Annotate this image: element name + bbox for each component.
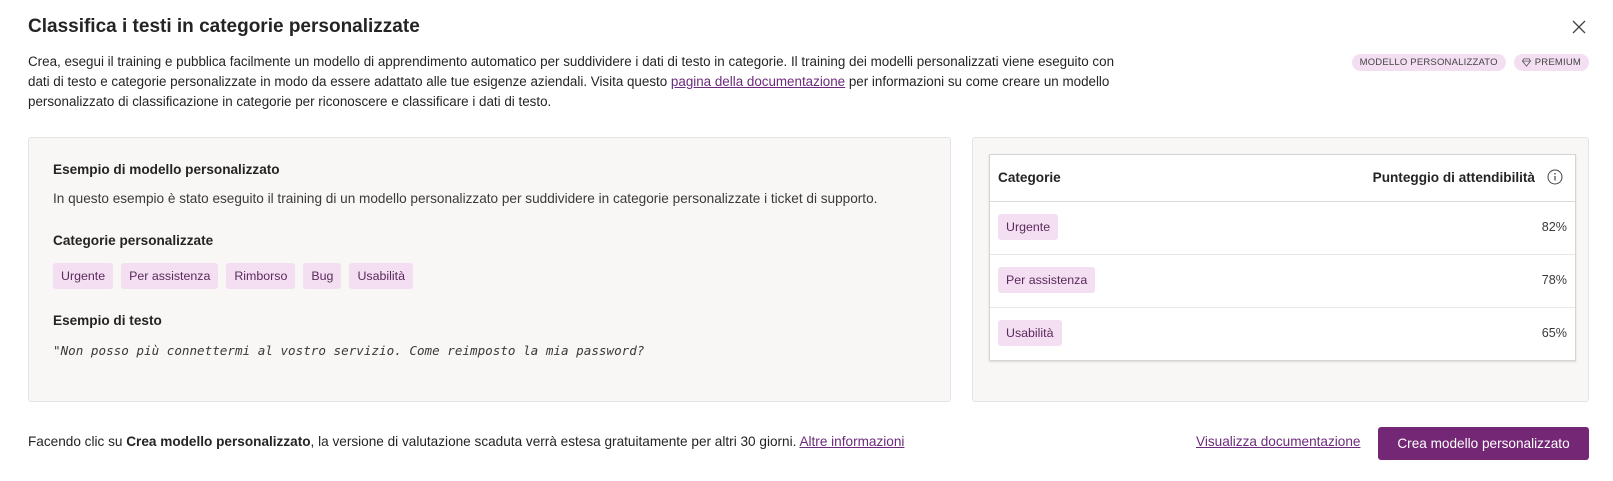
- table-row: Usabilità 65%: [990, 308, 1575, 361]
- row-score: 65%: [1541, 326, 1567, 340]
- table-row: Per assistenza 78%: [990, 255, 1575, 308]
- dialog-title: Classifica i testi in categorie personal…: [28, 16, 420, 37]
- sample-text: "Non posso più connettermi al vostro ser…: [53, 343, 645, 358]
- info-icon[interactable]: [1547, 169, 1563, 185]
- close-icon: [1572, 20, 1586, 34]
- premium-badge: PREMIUM: [1513, 54, 1589, 71]
- footer-text-2: , la versione di valutazione scaduta ver…: [310, 434, 800, 449]
- premium-badge-label: PREMIUM: [1534, 57, 1581, 68]
- sample-text-title: Esempio di testo: [53, 313, 162, 328]
- create-custom-model-button[interactable]: Crea modello personalizzato: [1378, 427, 1589, 460]
- category-tag-rimborso: Rimborso: [226, 263, 296, 289]
- column-header-score: Punteggio di attendibilità: [1372, 170, 1535, 185]
- custom-categories-title: Categorie personalizzate: [53, 233, 214, 248]
- view-documentation-link[interactable]: Visualizza documentazione: [1196, 434, 1361, 449]
- table-row: Urgente 82%: [990, 202, 1575, 255]
- category-tag-bug: Bug: [303, 263, 342, 289]
- table-header: Categorie Punteggio di attendibilità: [990, 155, 1575, 202]
- footer-text-bold: Crea modello personalizzato: [126, 434, 311, 449]
- row-score: 78%: [1541, 273, 1567, 287]
- footer-text-1: Facendo clic su: [28, 434, 127, 449]
- example-description: In questo esempio è stato eseguito il tr…: [53, 191, 878, 206]
- column-header-category: Categorie: [998, 170, 1061, 185]
- category-tag-usabilita: Usabilità: [349, 263, 413, 289]
- badge-group: MODELLO PERSONALIZZATO PREMIUM: [1351, 54, 1589, 71]
- footer-note: Facendo clic su Crea modello personalizz…: [28, 434, 904, 449]
- example-title: Esempio di modello personalizzato: [53, 162, 280, 177]
- category-tag-urgente: Urgente: [53, 263, 114, 289]
- category-tag-per-assistenza: Per assistenza: [121, 263, 219, 289]
- diamond-icon: [1521, 58, 1531, 67]
- row-category-tag: Per assistenza: [998, 267, 1096, 293]
- custom-categories-list: Urgente Per assistenza Rimborso Bug Usab…: [53, 263, 413, 289]
- documentation-page-link[interactable]: pagina della documentazione: [671, 74, 845, 89]
- classify-text-dialog: Classifica i testi in categorie personal…: [0, 0, 1613, 481]
- close-button[interactable]: [1568, 16, 1590, 38]
- example-panel: Esempio di modello personalizzato In que…: [28, 137, 951, 402]
- more-info-link[interactable]: Altre informazioni: [799, 434, 904, 449]
- custom-model-badge-label: MODELLO PERSONALIZZATO: [1359, 57, 1498, 68]
- results-table: Categorie Punteggio di attendibilità Urg…: [989, 154, 1576, 361]
- row-category-tag: Usabilità: [998, 320, 1062, 346]
- row-score: 82%: [1541, 220, 1567, 234]
- row-category-tag: Urgente: [998, 214, 1059, 240]
- custom-model-badge: MODELLO PERSONALIZZATO: [1351, 54, 1506, 71]
- results-panel: Categorie Punteggio di attendibilità Urg…: [972, 137, 1589, 402]
- dialog-description: Crea, esegui il training e pubblica faci…: [28, 52, 1118, 112]
